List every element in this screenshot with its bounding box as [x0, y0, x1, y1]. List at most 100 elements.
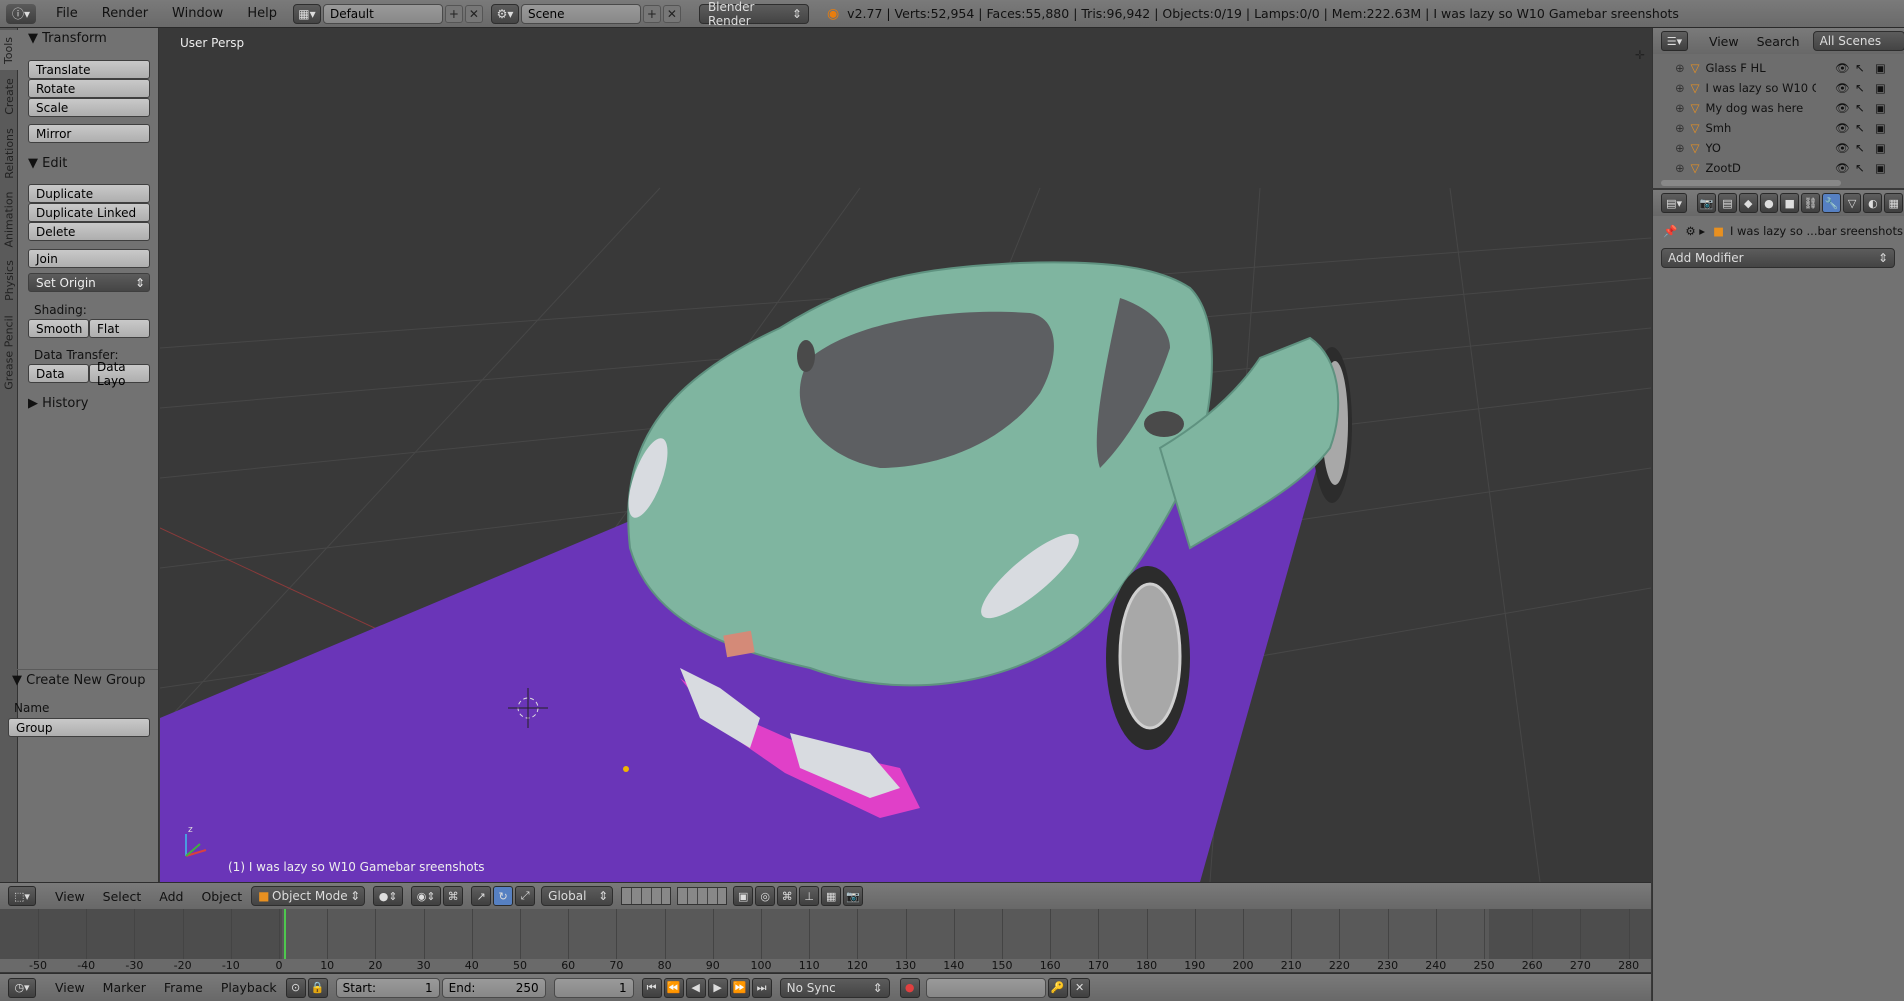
viewport-expand-icon[interactable]: ✛ — [1635, 48, 1645, 62]
expand-icon[interactable]: ⊕ — [1675, 161, 1685, 175]
outliner-scrollbar[interactable] — [1661, 180, 1841, 186]
world-tab-icon[interactable]: ● — [1759, 193, 1779, 213]
expand-icon[interactable]: ⊕ — [1675, 81, 1685, 95]
proportional-edit-icon[interactable]: ◎ — [755, 886, 776, 906]
tab-tools[interactable]: Tools — [0, 30, 18, 70]
menu-window[interactable]: Window — [160, 6, 235, 21]
scene-field[interactable]: Scene — [520, 3, 641, 24]
view-menu[interactable]: View — [46, 889, 94, 904]
duplicate-linked-button[interactable]: Duplicate Linked — [28, 203, 150, 222]
selectable-cursor-icon[interactable]: ↖ — [1855, 61, 1865, 75]
tab-grease-pencil[interactable]: Grease Pencil — [0, 308, 18, 396]
snap-icon[interactable]: ⌘ — [777, 886, 798, 906]
object-menu[interactable]: Object — [192, 889, 251, 904]
selectable-cursor-icon[interactable]: ↖ — [1855, 101, 1865, 115]
preview-range-icon[interactable]: ⊙ — [285, 977, 306, 998]
outliner-item[interactable]: ⊕ ▽ My dog was here 👁 ↖ ▣ — [1653, 98, 1891, 118]
menu-file[interactable]: File — [44, 6, 90, 21]
timeline-editor-icon[interactable]: ◷▾ — [8, 977, 36, 998]
scene-tab-icon[interactable]: ◆ — [1738, 193, 1758, 213]
shading-solid-icon[interactable]: ●⇕ — [373, 886, 404, 906]
outliner-item[interactable]: ⊕ ▽ YO 👁 ↖ ▣ — [1653, 138, 1891, 158]
renderable-camera-icon[interactable]: ▣ — [1875, 61, 1886, 75]
lock-layers-icon[interactable]: ▣ — [733, 886, 754, 906]
render-engine-select[interactable]: Blender Render ⇕ — [698, 0, 809, 28]
visibility-eye-icon[interactable]: 👁 — [1835, 101, 1850, 115]
menu-help[interactable]: Help — [235, 6, 289, 21]
current-frame-field[interactable]: 1 — [553, 977, 634, 998]
history-panel-header[interactable]: ▶ History — [28, 396, 88, 411]
delete-keyframe-icon[interactable]: ✕ — [1069, 977, 1090, 998]
constraints-tab-icon[interactable]: ⛓ — [1801, 193, 1820, 213]
tab-relations[interactable]: Relations — [0, 122, 18, 184]
outliner-editor-icon[interactable]: ☰▾ — [1661, 31, 1688, 51]
duplicate-button[interactable]: Duplicate — [28, 184, 150, 203]
group-name-input[interactable]: Group — [8, 718, 150, 737]
visibility-eye-icon[interactable]: 👁 — [1835, 121, 1850, 135]
object-tab-icon[interactable]: ■ — [1780, 193, 1800, 213]
add-scene-icon[interactable]: + — [642, 4, 661, 23]
tab-animation[interactable]: Animation — [0, 186, 18, 252]
manipulator-icon[interactable]: ⌘ — [443, 886, 464, 906]
scale-button[interactable]: Scale — [28, 98, 150, 117]
timeline-view-menu[interactable]: View — [46, 980, 94, 995]
selectable-cursor-icon[interactable]: ↖ — [1855, 81, 1865, 95]
delete-button[interactable]: Delete — [28, 222, 150, 241]
viewport-editor-icon[interactable]: ⬚▾ — [8, 886, 36, 906]
insert-keyframe-icon[interactable]: 🔑 — [1047, 977, 1068, 998]
play-icon[interactable]: ▶ — [707, 977, 728, 998]
expand-icon[interactable]: ⊕ — [1675, 61, 1685, 75]
display-mode-select[interactable]: All Scenes — [1812, 31, 1904, 51]
remove-scene-icon[interactable]: ✕ — [662, 4, 681, 23]
create-group-panel-header[interactable]: ▼ Create New Group — [12, 669, 158, 688]
pivot-icon[interactable]: ◉⇕ — [411, 886, 442, 906]
rotate-button[interactable]: Rotate — [28, 79, 150, 98]
render-tab-icon[interactable]: 📷 — [1697, 193, 1717, 213]
marker-menu[interactable]: Marker — [94, 980, 155, 995]
outliner-view-menu[interactable]: View — [1700, 34, 1748, 49]
renderable-camera-icon[interactable]: ▣ — [1875, 121, 1886, 135]
join-button[interactable]: Join — [28, 249, 150, 268]
playhead[interactable] — [284, 909, 286, 959]
renderable-camera-icon[interactable]: ▣ — [1875, 161, 1886, 175]
info-editor-icon[interactable]: ⓘ▾ — [6, 3, 36, 24]
camera-icon[interactable]: 📷 — [843, 886, 864, 906]
add-layout-icon[interactable]: + — [444, 4, 463, 23]
layers-tab-icon[interactable]: ▤ — [1718, 193, 1737, 213]
remove-layout-icon[interactable]: ✕ — [464, 4, 483, 23]
snap-element-icon[interactable]: ⊥ — [799, 886, 820, 906]
scale-manipulator-icon[interactable]: ⤢ — [515, 886, 536, 906]
keying-set-field[interactable] — [925, 977, 1046, 998]
mirror-button[interactable]: Mirror — [28, 124, 150, 143]
sync-select[interactable]: No Sync ⇕ — [779, 977, 890, 998]
renderable-camera-icon[interactable]: ▣ — [1875, 101, 1886, 115]
record-icon[interactable]: ● — [899, 977, 920, 998]
menu-render[interactable]: Render — [90, 6, 160, 21]
add-modifier-select[interactable]: Add Modifier ⇕ — [1661, 248, 1895, 268]
mode-select[interactable]: ■ Object Mode ⇕ — [251, 886, 366, 906]
layout-field[interactable]: Default — [322, 3, 443, 24]
jump-end-icon[interactable]: ⏭ — [751, 977, 772, 998]
transform-panel-header[interactable]: ▼ Transform — [28, 31, 107, 46]
texture-tab-icon[interactable]: ▦ — [1884, 193, 1904, 213]
outliner-item[interactable]: ⊕ ▽ Smh 👁 ↖ ▣ — [1653, 118, 1891, 138]
renderable-camera-icon[interactable]: ▣ — [1875, 81, 1886, 95]
data-tab-icon[interactable]: ▽ — [1842, 193, 1862, 213]
properties-editor-icon[interactable]: ▤▾ — [1661, 193, 1688, 213]
flat-button[interactable]: Flat — [89, 319, 150, 338]
playback-menu[interactable]: Playback — [212, 980, 286, 995]
tab-create[interactable]: Create — [0, 72, 18, 120]
lock-frame-icon[interactable]: 🔒 — [307, 977, 328, 998]
edit-panel-header[interactable]: ▼ Edit — [28, 156, 67, 171]
translate-manipulator-icon[interactable]: ↗ — [471, 886, 492, 906]
set-origin-select[interactable]: Set Origin ⇕ — [28, 273, 150, 292]
translate-button[interactable]: Translate — [28, 60, 150, 79]
select-menu[interactable]: Select — [94, 889, 151, 904]
layers-grid-1[interactable] — [621, 887, 672, 905]
visibility-eye-icon[interactable]: 👁 — [1835, 141, 1850, 155]
visibility-eye-icon[interactable]: 👁 — [1835, 81, 1850, 95]
outliner-item[interactable]: ⊕ ▽ ZootD 👁 ↖ ▣ — [1653, 158, 1891, 178]
add-menu[interactable]: Add — [150, 889, 192, 904]
3d-viewport[interactable]: z User Persp (1) I was lazy so W10 Gameb… — [160, 28, 1651, 882]
tab-physics[interactable]: Physics — [0, 254, 18, 306]
